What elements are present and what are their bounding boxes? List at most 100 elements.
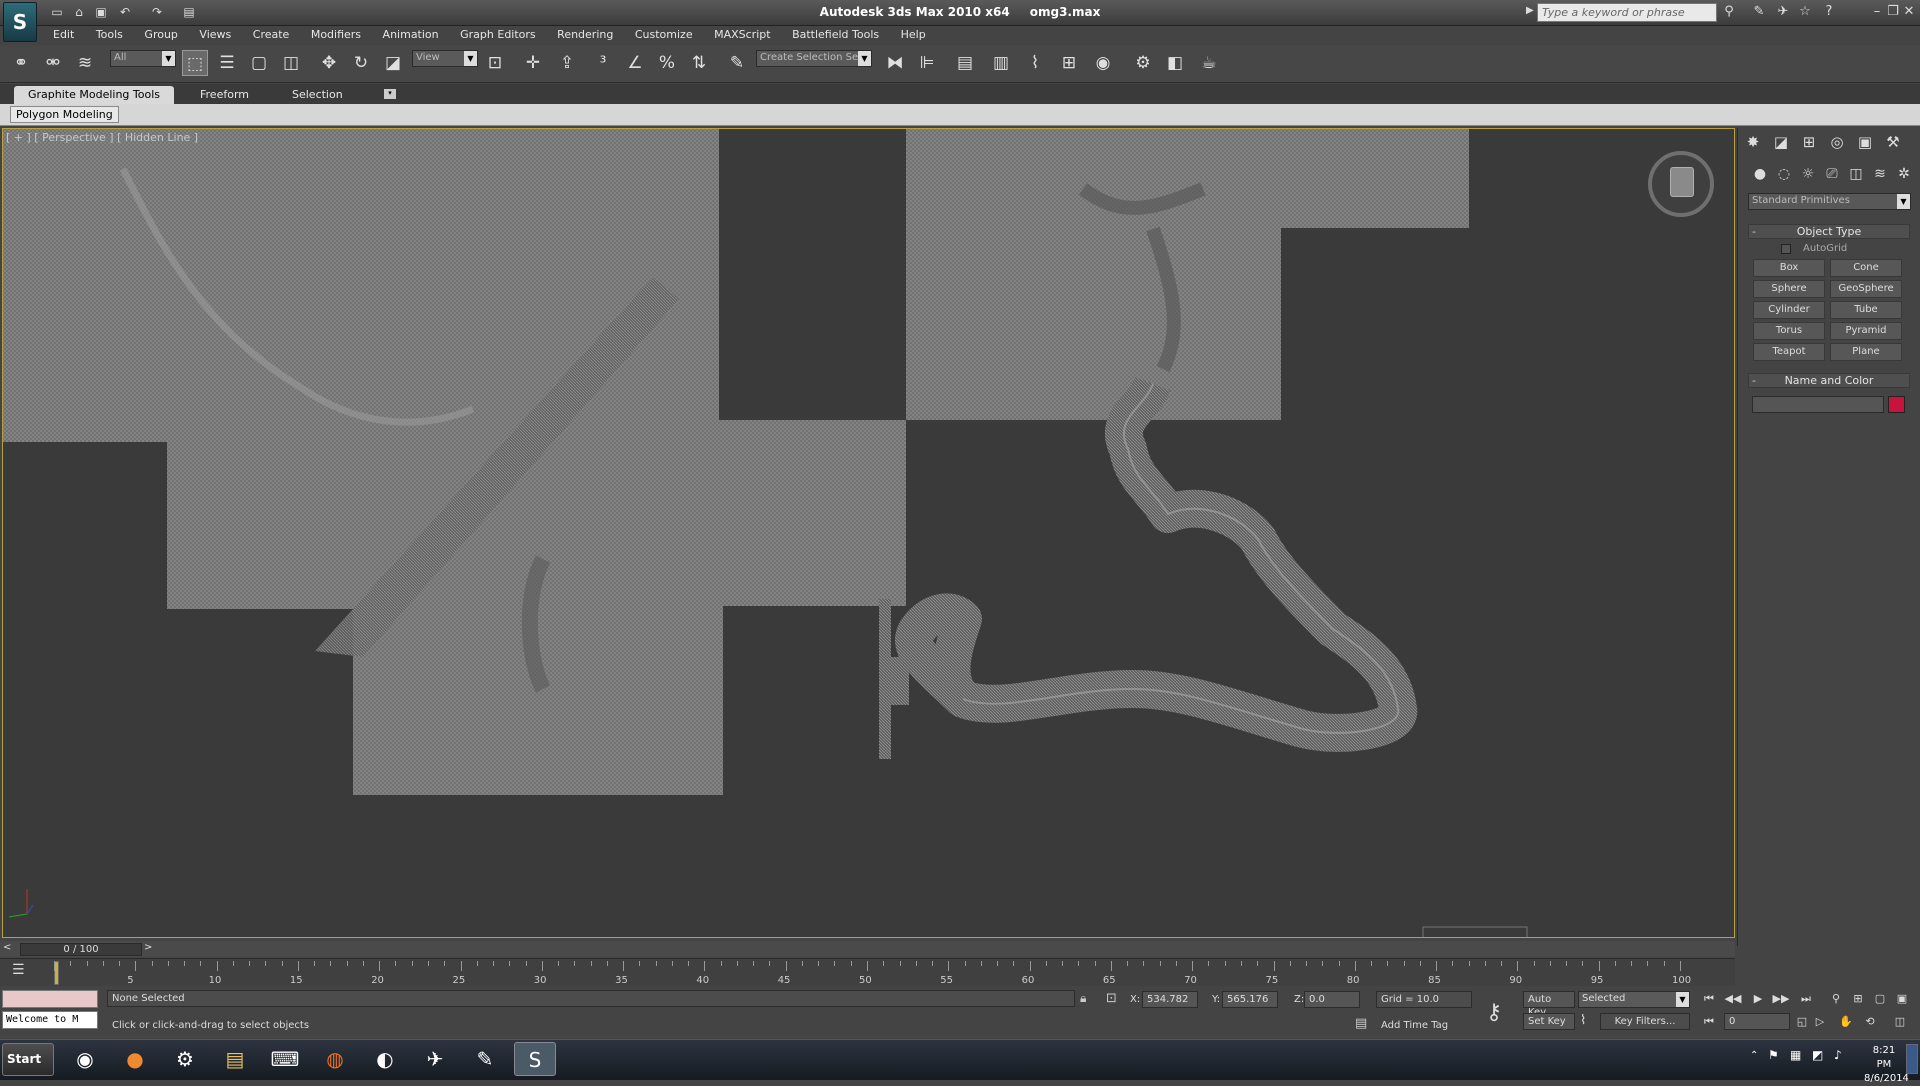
key-mode-toggle-icon[interactable]: ⏮	[1699, 1013, 1719, 1030]
zoom-extents-all-icon[interactable]: ▣	[1892, 990, 1912, 1007]
object-name-input[interactable]	[1752, 396, 1884, 413]
go-to-end-icon[interactable]: ⏭	[1796, 990, 1816, 1007]
close-icon[interactable]: ✕	[1900, 3, 1918, 21]
select-and-rotate-icon[interactable]: ↻	[348, 50, 374, 76]
key-tangent-icon[interactable]: ⌇	[1580, 1013, 1586, 1028]
mini-curve-editor-icon[interactable]: ☰	[12, 962, 25, 978]
unlink-icon[interactable]: ⚮	[40, 50, 66, 76]
object-type-rollout-header[interactable]: - Object Type	[1748, 224, 1910, 239]
menu-create[interactable]: Create	[244, 26, 299, 43]
absolute-mode-icon[interactable]: ⊡	[1106, 991, 1117, 1006]
name-color-rollout-header[interactable]: - Name and Color	[1748, 373, 1910, 388]
origin-icon[interactable]: ●	[114, 1042, 156, 1076]
primitive-category-dropdown[interactable]: Standard Primitives ▼	[1748, 193, 1911, 210]
maximize-viewport-icon[interactable]: ◫	[1890, 1013, 1910, 1030]
menu-help[interactable]: Help	[892, 26, 935, 43]
set-key-icon[interactable]: ⚷	[1486, 1000, 1502, 1025]
network-icon[interactable]: ▦	[1790, 1048, 1801, 1062]
utilities-tab-icon[interactable]: ⚒	[1881, 130, 1905, 154]
search-expand-icon[interactable]: ▶	[1526, 5, 1534, 16]
material-editor-icon[interactable]: ◉	[1090, 50, 1116, 76]
layer-manager-icon[interactable]: ▤	[952, 50, 978, 76]
help-icon[interactable]: ?	[1820, 3, 1838, 21]
menu-views[interactable]: Views	[190, 26, 240, 43]
helpers-icon[interactable]: ◫	[1845, 163, 1867, 185]
key-filters-button[interactable]: Key Filters...	[1600, 1013, 1690, 1030]
autogrid-checkbox[interactable]	[1781, 244, 1791, 254]
time-config-icon[interactable]: ◱	[1792, 1013, 1812, 1030]
hierarchy-tab-icon[interactable]: ⊞	[1797, 130, 1821, 154]
angle-snap-icon[interactable]: ∠	[622, 50, 648, 76]
spinner-snap-icon[interactable]: ⇅	[686, 50, 712, 76]
communication-center-icon[interactable]: ✎	[1750, 3, 1768, 21]
menu-tools[interactable]: Tools	[87, 26, 132, 43]
display-tab-icon[interactable]: ▣	[1853, 130, 1877, 154]
favorites-star-icon[interactable]: ☆	[1796, 3, 1814, 21]
cameras-icon[interactable]: ⎚	[1821, 163, 1843, 185]
current-frame-field[interactable]: 0	[1724, 1013, 1790, 1030]
select-and-move-icon[interactable]: ✥	[316, 50, 342, 76]
named-selection-dropdown[interactable]: Create Selection Se ▼	[756, 50, 872, 67]
controller-app-icon[interactable]: ⌨	[264, 1042, 306, 1076]
time-slider-track[interactable]	[0, 941, 1735, 957]
auto-key-button[interactable]: Auto Key	[1523, 991, 1575, 1018]
modify-tab-icon[interactable]: ◪	[1769, 130, 1793, 154]
orbit-icon[interactable]: ⟲	[1860, 1013, 1880, 1030]
selection-lock-icon[interactable]: 🔒︎	[1080, 991, 1086, 1006]
schematic-view-icon[interactable]: ⊞	[1056, 50, 1082, 76]
x-coord-field[interactable]: 534.782	[1142, 991, 1198, 1008]
select-and-scale-icon[interactable]: ◪	[380, 50, 406, 76]
pivot-point-icon[interactable]: ⊡	[482, 50, 508, 76]
zoom-all-icon[interactable]: ⊞	[1848, 990, 1868, 1007]
graphite-toggle-icon[interactable]: ▥	[988, 50, 1014, 76]
add-time-tag-button[interactable]: Add Time Tag	[1381, 1020, 1448, 1031]
bind-space-warp-icon[interactable]: ≋	[72, 50, 98, 76]
geometry-icon[interactable]: ●	[1749, 163, 1771, 185]
window-crossing-icon[interactable]: ◫	[278, 50, 304, 76]
object-color-swatch[interactable]	[1888, 396, 1905, 413]
render-setup-icon[interactable]: ⚙	[1130, 50, 1156, 76]
z-coord-field[interactable]: 0.0	[1304, 991, 1360, 1008]
curve-editor-icon[interactable]: ⌇	[1022, 50, 1048, 76]
menu-modifiers[interactable]: Modifiers	[302, 26, 370, 43]
teapot-button[interactable]: Teapot	[1753, 343, 1825, 361]
menu-animation[interactable]: Animation	[374, 26, 448, 43]
welcome-text[interactable]: Welcome to M	[2, 1011, 98, 1029]
time-tag-icon[interactable]: ▤	[1355, 1016, 1367, 1031]
select-object-icon[interactable]: ⬚	[182, 50, 208, 76]
start-button[interactable]: Start	[2, 1043, 54, 1076]
viewcube-face[interactable]	[1670, 167, 1694, 197]
key-mode-dropdown[interactable]: Selected ▼	[1578, 991, 1690, 1008]
pyramid-button[interactable]: Pyramid	[1830, 322, 1902, 340]
firefox-icon[interactable]: ◍	[314, 1042, 356, 1076]
rectangular-selection-icon[interactable]: ▢	[246, 50, 272, 76]
plane-button[interactable]: Plane	[1830, 343, 1902, 361]
zoom-extents-icon[interactable]: ▢	[1870, 990, 1890, 1007]
box-button[interactable]: Box	[1753, 259, 1825, 277]
selection-filter-dropdown[interactable]: All ▼	[110, 50, 176, 67]
percent-snap-icon[interactable]: %	[654, 50, 680, 76]
search-input[interactable]: Type a keyword or phrase	[1537, 3, 1717, 22]
keyboard-shortcut-override-icon[interactable]: ⇪	[554, 50, 580, 76]
set-key-button[interactable]: Set Key	[1523, 1013, 1575, 1030]
3dsmax-taskbar-icon[interactable]: S	[514, 1042, 556, 1076]
rendered-frame-window-icon[interactable]: ◧	[1162, 50, 1188, 76]
sphere-button[interactable]: Sphere	[1753, 280, 1825, 298]
select-by-name-icon[interactable]: ☰	[214, 50, 240, 76]
perspective-viewport[interactable]	[2, 128, 1735, 938]
tray-app-icon[interactable]: ◩	[1812, 1048, 1823, 1062]
field-of-view-icon[interactable]: ▷	[1810, 1013, 1830, 1030]
select-and-link-icon[interactable]: ⚭	[8, 50, 34, 76]
steam-icon[interactable]: ⚙	[164, 1042, 206, 1076]
tray-expand-icon[interactable]: ⌃	[1750, 1050, 1758, 1061]
previous-frame-icon[interactable]: ◀◀	[1723, 990, 1743, 1007]
ribbon-options-icon[interactable]: ▾	[384, 89, 396, 99]
go-to-start-icon[interactable]: ⏮	[1699, 990, 1719, 1007]
menu-rendering[interactable]: Rendering	[548, 26, 622, 43]
flight-sim-icon[interactable]: ✈	[414, 1042, 456, 1076]
polygon-modeling-label[interactable]: Polygon Modeling	[10, 106, 119, 123]
shapes-icon[interactable]: ◌	[1773, 163, 1795, 185]
create-tab-icon[interactable]: ✸	[1741, 130, 1765, 154]
tool-app-icon[interactable]: ✎	[464, 1042, 506, 1076]
reference-coordinate-dropdown[interactable]: View ▼	[412, 50, 478, 67]
